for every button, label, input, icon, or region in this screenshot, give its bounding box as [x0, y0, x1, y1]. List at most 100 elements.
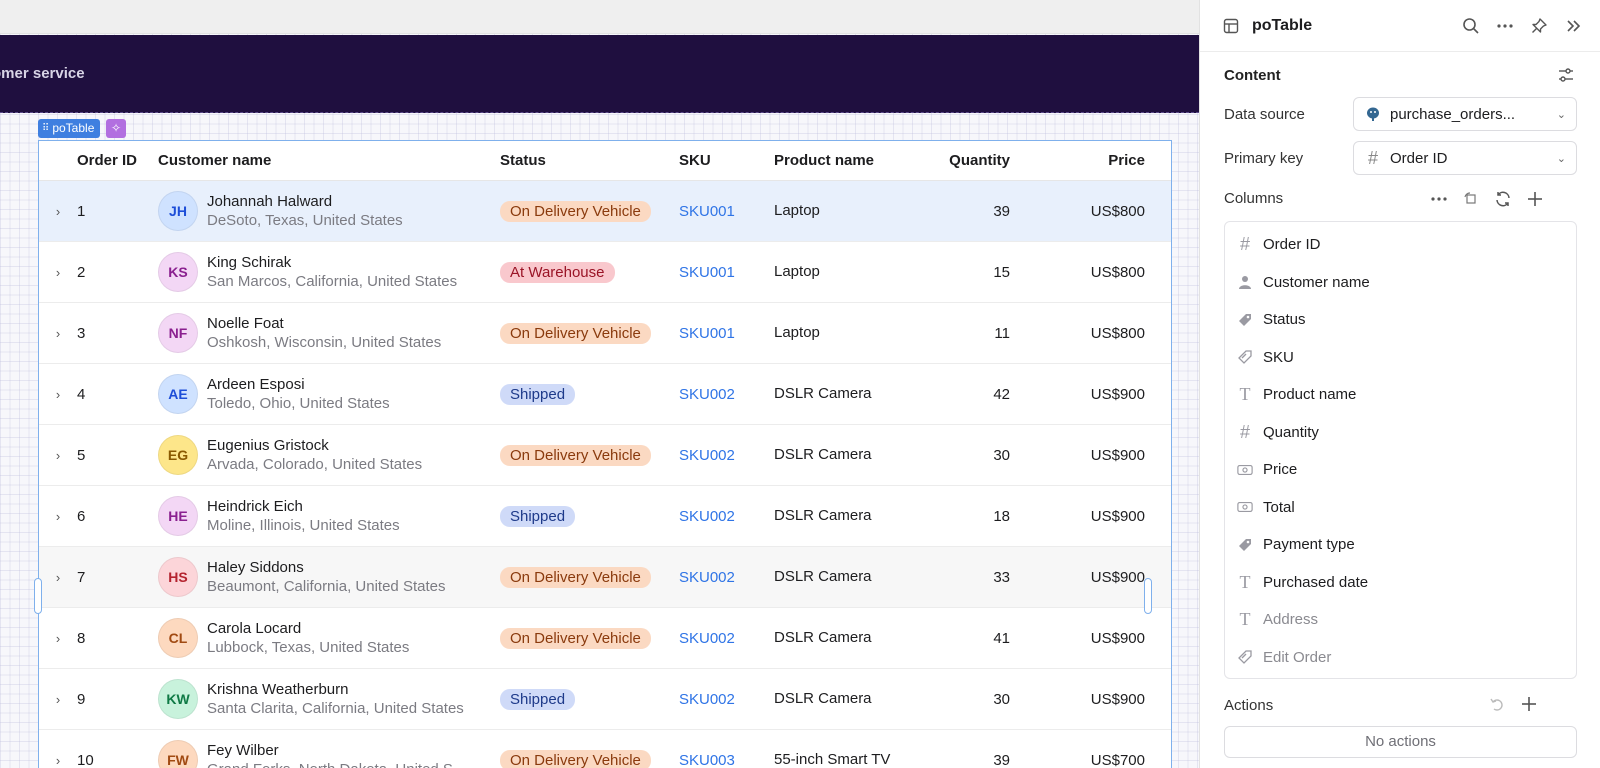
- expand-row-chevron-icon[interactable]: ›: [39, 631, 77, 646]
- primary-key-value: Order ID: [1390, 149, 1448, 167]
- column-item-label: Purchased date: [1263, 573, 1369, 591]
- column-item[interactable]: Status: [1225, 301, 1576, 339]
- table-row[interactable]: › 3 NF Noelle Foat Oshkosh, Wisconsin, U…: [39, 303, 1171, 364]
- ai-assist-icon[interactable]: ✧: [106, 119, 126, 138]
- status-badge: On Delivery Vehicle: [500, 627, 651, 649]
- app-header-component[interactable]: omer service: [0, 35, 1199, 113]
- sku-link[interactable]: SKU002: [679, 691, 774, 708]
- column-item[interactable]: T Address: [1225, 601, 1576, 639]
- refresh-icon[interactable]: [1494, 190, 1512, 208]
- product-name-cell: DSLR Camera: [774, 690, 872, 707]
- table-row[interactable]: › 2 KS King Schirak San Marcos, Californ…: [39, 242, 1171, 303]
- customer-name: Haley Siddons: [207, 559, 304, 576]
- pin-icon[interactable]: [1530, 17, 1548, 35]
- hash-icon: #: [1367, 147, 1378, 168]
- column-item[interactable]: # Order ID: [1225, 226, 1576, 264]
- column-item[interactable]: # Quantity: [1225, 414, 1576, 452]
- column-header-price[interactable]: Price: [1010, 152, 1145, 169]
- table-row[interactable]: › 8 CL Carola Locard Lubbock, Texas, Uni…: [39, 608, 1171, 669]
- no-actions-placeholder: No actions: [1224, 726, 1577, 758]
- column-header-customer-name[interactable]: Customer name: [158, 152, 500, 169]
- more-options-icon[interactable]: [1496, 17, 1514, 35]
- table-row[interactable]: › 1 JH Johannah Halward DeSoto, Texas, U…: [39, 181, 1171, 242]
- primary-key-select[interactable]: # Order ID ⌄: [1353, 141, 1577, 175]
- link-tag-icon: [1237, 649, 1253, 665]
- text-icon: T: [1239, 609, 1251, 630]
- status-cell: On Delivery Vehicle: [500, 627, 679, 649]
- table-row[interactable]: › 5 EG Eugenius Gristock Arvada, Colorad…: [39, 425, 1171, 486]
- expand-row-chevron-icon[interactable]: ›: [39, 265, 77, 280]
- table-row[interactable]: › 10 FW Fey Wilber Grand Forks, North Da…: [39, 730, 1171, 768]
- status-cell: Shipped: [500, 505, 679, 527]
- expand-row-chevron-icon[interactable]: ›: [39, 387, 77, 402]
- table-row[interactable]: › 9 KW Krishna Weatherburn Santa Clarita…: [39, 669, 1171, 730]
- column-item-label: Product name: [1263, 386, 1357, 404]
- expand-row-chevron-icon[interactable]: ›: [39, 326, 77, 341]
- more-options-icon[interactable]: [1430, 190, 1448, 208]
- column-header-order-id[interactable]: Order ID: [77, 152, 158, 169]
- customer-name: Fey Wilber: [207, 742, 279, 759]
- customer-cell: EG Eugenius Gristock Arvada, Colorado, U…: [158, 435, 500, 475]
- column-item-label: Address: [1263, 611, 1319, 629]
- table-header-row: Order ID Customer name Status SKU Produc…: [39, 141, 1171, 181]
- expand-row-chevron-icon[interactable]: ›: [39, 204, 77, 219]
- sku-link[interactable]: SKU002: [679, 630, 774, 647]
- column-header-product-name[interactable]: Product name: [774, 152, 897, 170]
- expand-row-chevron-icon[interactable]: ›: [39, 570, 77, 585]
- product-name-cell: Laptop: [774, 263, 820, 280]
- column-item[interactable]: Payment type: [1225, 526, 1576, 564]
- expand-row-chevron-icon[interactable]: ›: [39, 509, 77, 524]
- sku-link[interactable]: SKU003: [679, 752, 774, 768]
- sku-link[interactable]: SKU001: [679, 264, 774, 281]
- table-row[interactable]: › 4 AE Ardeen Esposi Toledo, Ohio, Unite…: [39, 364, 1171, 425]
- reset-columns-icon[interactable]: [1462, 190, 1480, 208]
- hash-icon: #: [1239, 234, 1250, 255]
- data-source-select[interactable]: purchase_orders... ⌄: [1353, 97, 1577, 131]
- customer-cell: AE Ardeen Esposi Toledo, Ohio, United St…: [158, 374, 500, 414]
- column-item-label: Payment type: [1263, 536, 1355, 554]
- sku-link[interactable]: SKU002: [679, 386, 774, 403]
- column-item[interactable]: Edit Order: [1225, 639, 1576, 677]
- column-item[interactable]: Customer name: [1225, 264, 1576, 302]
- customer-cell: JH Johannah Halward DeSoto, Texas, Unite…: [158, 191, 500, 231]
- customer-location: DeSoto, Texas, United States: [207, 212, 403, 229]
- column-item[interactable]: Price: [1225, 451, 1576, 489]
- add-action-icon[interactable]: [1520, 695, 1538, 713]
- price-cell: US$900: [1090, 629, 1145, 647]
- postgres-icon: [1364, 105, 1382, 123]
- left-resize-handle[interactable]: [34, 578, 42, 614]
- sku-link[interactable]: SKU002: [679, 508, 774, 525]
- avatar: HE: [158, 496, 198, 536]
- currency-icon: [1237, 462, 1253, 478]
- expand-row-chevron-icon[interactable]: ›: [39, 692, 77, 707]
- customer-name: King Schirak: [207, 254, 292, 271]
- collapse-panel-icon[interactable]: [1564, 17, 1582, 35]
- column-header-sku[interactable]: SKU: [679, 152, 774, 169]
- potable-table[interactable]: Order ID Customer name Status SKU Produc…: [38, 140, 1172, 768]
- sku-link[interactable]: SKU001: [679, 325, 774, 342]
- expand-row-chevron-icon[interactable]: ›: [39, 448, 77, 463]
- column-item[interactable]: Total: [1225, 489, 1576, 527]
- right-resize-handle[interactable]: [1144, 578, 1152, 614]
- component-tag-potable[interactable]: ⠿ poTable: [38, 119, 101, 138]
- editor-canvas: omer service ⠿ poTable ✧ Order ID Custom…: [0, 0, 1199, 768]
- column-header-status[interactable]: Status: [500, 152, 679, 169]
- column-header-quantity[interactable]: Quantity: [897, 152, 1010, 169]
- search-icon[interactable]: [1462, 17, 1480, 35]
- currency-icon: [1237, 499, 1253, 515]
- expand-row-chevron-icon[interactable]: ›: [39, 753, 77, 768]
- drag-grip-icon[interactable]: ⠿: [42, 119, 49, 138]
- sku-link[interactable]: SKU001: [679, 203, 774, 220]
- sku-link[interactable]: SKU002: [679, 569, 774, 586]
- column-item[interactable]: T Product name: [1225, 376, 1576, 414]
- avatar: KW: [158, 679, 198, 719]
- price-cell: US$900: [1090, 446, 1145, 464]
- table-row[interactable]: › 6 HE Heindrick Eich Moline, Illinois, …: [39, 486, 1171, 547]
- add-column-icon[interactable]: [1526, 190, 1544, 208]
- sku-link[interactable]: SKU002: [679, 447, 774, 464]
- settings-sliders-icon[interactable]: [1557, 66, 1575, 84]
- column-item[interactable]: T Purchased date: [1225, 564, 1576, 602]
- table-row[interactable]: › 7 HS Haley Siddons Beaumont, Californi…: [39, 547, 1171, 608]
- column-item[interactable]: SKU: [1225, 339, 1576, 377]
- customer-location: Lubbock, Texas, United States: [207, 639, 410, 656]
